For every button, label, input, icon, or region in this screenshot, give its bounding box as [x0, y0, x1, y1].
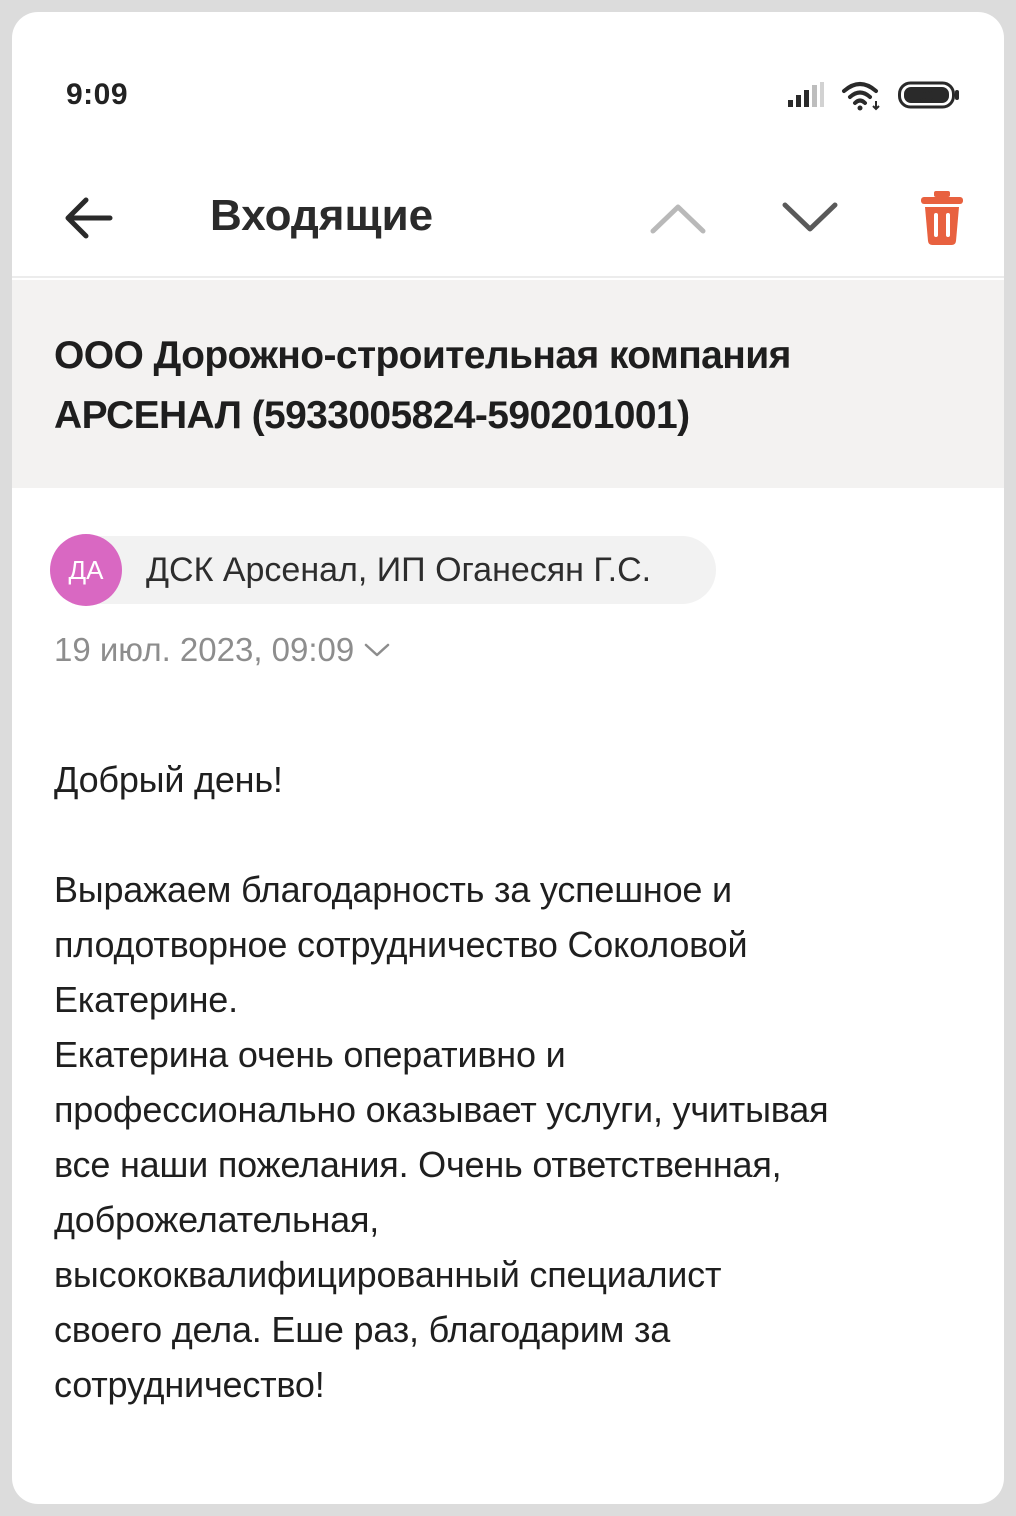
body-line: Выражаем благодарность за успешное и: [54, 869, 732, 910]
message-body: Добрый день! Выражаем благодарность за у…: [54, 752, 964, 1412]
signal-icon: [788, 82, 824, 107]
message-date: 19 июл. 2023, 09:09: [54, 631, 355, 668]
body-line: профессионально оказывает услуги, учитыв…: [54, 1089, 829, 1130]
chevron-down-icon: [782, 202, 838, 232]
app-header: Входящие: [12, 162, 1004, 278]
previous-message-button[interactable]: [640, 180, 716, 256]
trash-icon: [921, 191, 963, 245]
subject-line: АРСЕНАЛ (5933005824-590201001): [54, 394, 690, 437]
body-line: Екатерина очень оперативно и: [54, 1034, 566, 1075]
message-date-toggle[interactable]: 19 июл. 2023, 09:09: [54, 628, 390, 672]
battery-icon: 90: [898, 81, 959, 109]
battery-level: 90: [919, 88, 933, 103]
sender-chip[interactable]: ДА ДСК Арсенал, ИП Оганесян Г.С.: [50, 534, 716, 606]
next-message-button[interactable]: [772, 180, 848, 256]
message-subject: ООО Дорожно-строительная компания АРСЕНА…: [54, 326, 934, 446]
body-line: своего дела. Еше раз, благодарим за: [54, 1309, 671, 1350]
status-bar: 9:09 90: [12, 12, 1004, 162]
chevron-up-icon: [650, 204, 706, 234]
page-title: Входящие: [210, 191, 434, 240]
subject-block: ООО Дорожно-строительная компания АРСЕНА…: [12, 280, 1004, 488]
body-greeting: Добрый день!: [54, 759, 283, 800]
status-icons: 90: [786, 78, 960, 112]
body-line: высококвалифицированный специалист: [54, 1254, 722, 1295]
phone-screen: 9:09 90 Входящие ООО Дорожно-строительна…: [12, 12, 1004, 1504]
arrow-left-icon: [65, 197, 113, 239]
body-line: доброжелательная,: [54, 1199, 380, 1240]
sender-name: ДСК Арсенал, ИП Оганесян Г.С.: [146, 550, 652, 589]
wifi-icon: [842, 82, 880, 111]
body-line: Екатерине.: [54, 979, 238, 1020]
delete-button[interactable]: [904, 180, 980, 256]
body-line: плодотворное сотрудничество Соколовой: [54, 924, 748, 965]
status-time: 9:09: [66, 78, 129, 111]
subject-line: ООО Дорожно-строительная компания: [54, 334, 791, 377]
avatar: ДА: [50, 534, 122, 606]
chevron-down-icon: [365, 643, 390, 657]
body-line: сотрудничество!: [54, 1364, 325, 1405]
back-button[interactable]: [52, 182, 124, 254]
body-line: все наши пожелания. Очень ответственная,: [54, 1144, 782, 1185]
